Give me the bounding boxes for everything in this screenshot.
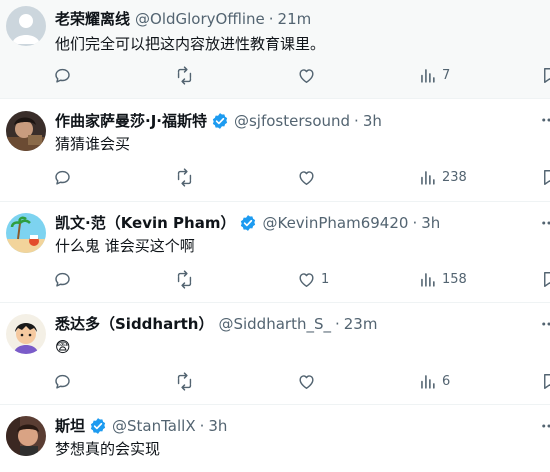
reply-icon xyxy=(55,374,70,389)
tweet-feed: 老荣耀离线 @OldGloryOffline · 21m 他们完全可以把这内容放… xyxy=(0,0,550,472)
reply-icon xyxy=(55,68,70,83)
timestamp[interactable]: 3h xyxy=(421,213,440,233)
reply-icon xyxy=(55,272,70,287)
views-chart-icon xyxy=(421,374,435,389)
reply-icon xyxy=(55,170,70,185)
tweet-text: 他们完全可以把这内容放进性教育课里。 xyxy=(55,35,326,53)
verified-badge-icon xyxy=(212,113,228,129)
more-options-icon[interactable] xyxy=(540,214,550,232)
tweet[interactable]: 老荣耀离线 @OldGloryOffline · 21m 他们完全可以把这内容放… xyxy=(0,0,550,99)
views-chart-icon xyxy=(421,68,435,83)
display-name[interactable]: 悉达多（Siddharth） xyxy=(55,314,213,334)
bookmark-icon xyxy=(544,373,550,389)
timestamp[interactable]: 3h xyxy=(363,111,382,131)
avatar[interactable] xyxy=(6,314,46,354)
action-bar: 7 xyxy=(0,64,550,86)
more-options-icon[interactable] xyxy=(540,111,550,129)
heart-icon xyxy=(299,68,314,83)
tweet-header: 斯坦 @StanTallX · 3h xyxy=(55,416,227,436)
heart-icon xyxy=(299,170,314,185)
user-handle[interactable]: @OldGloryOffline xyxy=(135,9,265,29)
separator-dot: · xyxy=(354,112,359,130)
views-count: 7 xyxy=(442,67,451,83)
bookmark-icon xyxy=(544,169,550,185)
retweet-icon xyxy=(177,167,192,187)
verified-badge-icon xyxy=(241,215,256,231)
action-bar: 238 xyxy=(0,166,550,188)
views-button[interactable]: 158 xyxy=(418,268,467,290)
avatar[interactable] xyxy=(6,6,46,46)
tweet[interactable]: 悉达多（Siddharth） @Siddharth_S_ · 23m 😨 6 xyxy=(0,303,550,405)
heart-icon xyxy=(299,374,314,389)
tweet-text: 😨 xyxy=(55,338,71,356)
action-bar: 1 158 xyxy=(0,268,550,290)
verified-badge-icon xyxy=(90,418,106,434)
timestamp[interactable]: 23m xyxy=(344,314,378,334)
tweet-header: 老荣耀离线 @OldGloryOffline · 21m xyxy=(55,9,311,29)
user-handle[interactable]: @sjfostersound xyxy=(234,111,350,131)
retweet-icon xyxy=(177,269,192,289)
views-count: 6 xyxy=(442,373,451,389)
views-chart-icon xyxy=(421,170,435,185)
avatar[interactable] xyxy=(6,111,46,151)
user-handle[interactable]: @Siddharth_S_ xyxy=(218,314,331,334)
heart-icon xyxy=(299,272,314,287)
user-handle[interactable]: @StanTallX xyxy=(112,416,196,436)
reply-button[interactable] xyxy=(53,370,77,392)
separator-dot: · xyxy=(268,10,274,28)
views-chart-icon xyxy=(421,272,435,287)
views-button[interactable]: 7 xyxy=(418,64,450,86)
reply-button[interactable] xyxy=(53,166,77,188)
tweet-header: 凯文·范（Kevin Pham） @KevinPham69420 · 3h xyxy=(55,213,440,233)
more-options-icon[interactable] xyxy=(540,417,550,435)
views-count: 238 xyxy=(442,169,467,185)
timestamp[interactable]: 3h xyxy=(208,416,227,436)
tweet-text: 什么鬼 谁会买这个啊 xyxy=(55,237,195,255)
tweet-text: 猜猜谁会买 xyxy=(55,135,131,153)
like-button[interactable] xyxy=(297,370,321,392)
views-count: 158 xyxy=(442,271,467,287)
display-name[interactable]: 斯坦 xyxy=(55,416,85,436)
tweet[interactable]: 凯文·范（Kevin Pham） @KevinPham69420 · 3h 什么… xyxy=(0,202,550,303)
bookmark-button[interactable] xyxy=(540,370,550,392)
avatar[interactable] xyxy=(6,416,46,456)
bookmark-button[interactable] xyxy=(540,166,550,188)
retweet-button[interactable] xyxy=(175,268,199,290)
like-count: 1 xyxy=(321,271,330,287)
timestamp[interactable]: 21m xyxy=(278,9,312,29)
tweet-header: 作曲家萨曼莎·J·福斯特 @sjfostersound · 3h xyxy=(55,111,382,131)
tweet[interactable]: 作曲家萨曼莎·J·福斯特 @sjfostersound · 3h 猜猜谁会买 2… xyxy=(0,99,550,202)
bookmark-button[interactable] xyxy=(540,268,550,290)
bookmark-icon xyxy=(544,67,550,83)
retweet-button[interactable] xyxy=(175,370,199,392)
reply-button[interactable] xyxy=(53,64,77,86)
bookmark-icon xyxy=(544,271,550,287)
tweet[interactable]: 斯坦 @StanTallX · 3h 梦想真的会实现 xyxy=(0,405,550,472)
retweet-button[interactable] xyxy=(175,64,199,86)
user-handle[interactable]: @KevinPham69420 xyxy=(262,213,408,233)
action-bar: 6 xyxy=(0,370,550,392)
separator-dot: · xyxy=(199,417,205,435)
display-name[interactable]: 凯文·范（Kevin Pham） xyxy=(55,213,235,233)
views-button[interactable]: 238 xyxy=(418,166,467,188)
tweet-text: 梦想真的会实现 xyxy=(55,440,161,458)
avatar[interactable] xyxy=(6,213,46,253)
more-options-icon[interactable] xyxy=(540,315,550,333)
like-button[interactable] xyxy=(297,64,321,86)
like-button[interactable] xyxy=(297,166,321,188)
display-name[interactable]: 老荣耀离线 xyxy=(55,9,130,29)
retweet-button[interactable] xyxy=(175,166,199,188)
separator-dot: · xyxy=(412,214,418,232)
retweet-icon xyxy=(177,371,192,391)
views-button[interactable]: 6 xyxy=(418,370,450,392)
retweet-icon xyxy=(177,65,192,85)
bookmark-button[interactable] xyxy=(540,64,550,86)
reply-button[interactable] xyxy=(53,268,77,290)
like-button[interactable]: 1 xyxy=(297,268,329,290)
display-name[interactable]: 作曲家萨曼莎·J·福斯特 xyxy=(55,111,207,131)
separator-dot: · xyxy=(334,315,340,333)
tweet-header: 悉达多（Siddharth） @Siddharth_S_ · 23m xyxy=(55,314,377,334)
